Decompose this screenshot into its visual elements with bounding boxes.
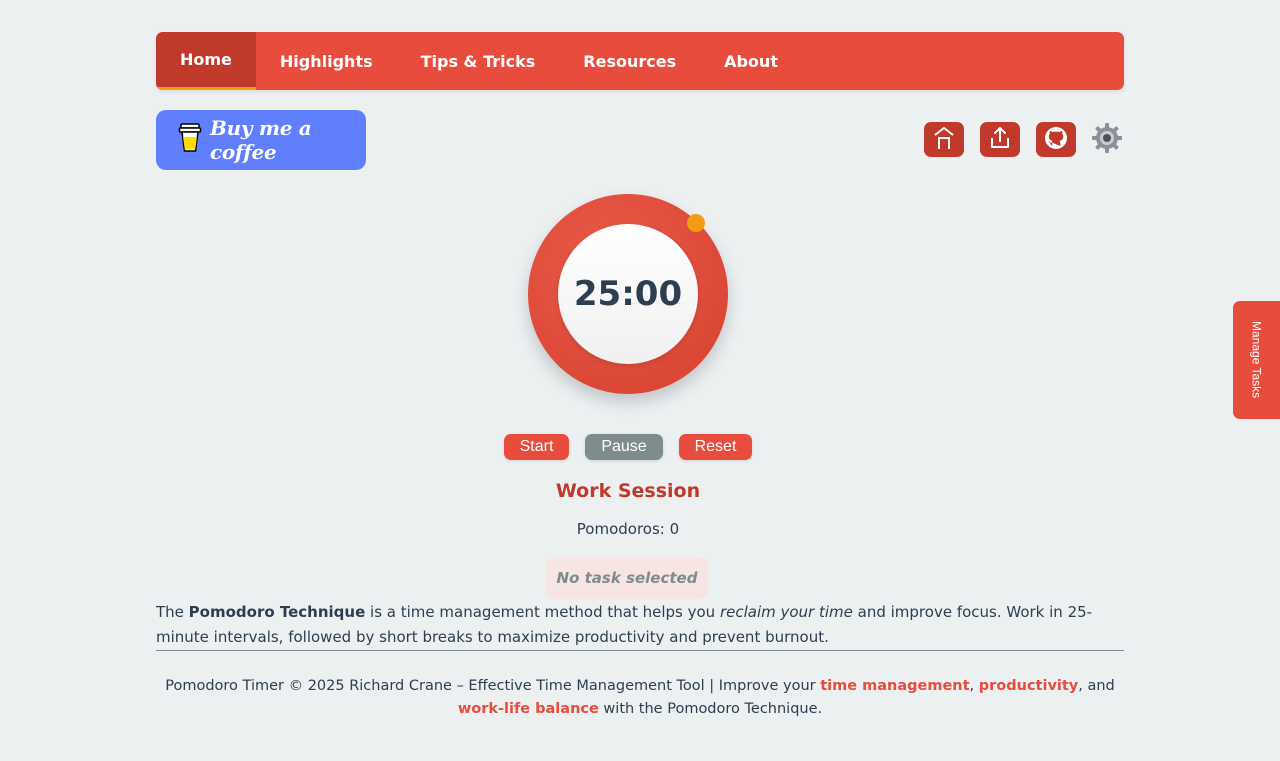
share-button[interactable] — [980, 122, 1020, 157]
desc-bold: Pomodoro Technique — [188, 603, 366, 621]
pomodoro-counter: Pomodoros: 0 — [0, 520, 1256, 538]
top-nav: Home Highlights Tips & Tricks Resources … — [156, 32, 1124, 90]
settings-button[interactable] — [1090, 122, 1124, 158]
desc-italic: reclaim your time — [719, 603, 853, 621]
footer-link-productivity[interactable]: productivity — [979, 678, 1079, 694]
nav-item-resources[interactable]: Resources — [559, 32, 700, 90]
start-button[interactable]: Start — [504, 434, 569, 460]
footer-text: with the Pomodoro Technique. — [598, 701, 823, 717]
manage-tasks-tab[interactable]: Manage Tasks — [1233, 301, 1280, 419]
footer-link-time-management[interactable]: time management — [820, 678, 969, 694]
github-button[interactable] — [1036, 122, 1076, 157]
desc-part: The — [156, 603, 189, 621]
footer-link-work-life-balance[interactable]: work-life balance — [458, 701, 599, 717]
desc-part: is a time management method that helps y… — [365, 603, 720, 621]
timer-dial: 25:00 — [528, 194, 728, 394]
current-task[interactable]: No task selected — [546, 557, 708, 599]
timer-face: 25:00 — [558, 224, 698, 364]
footer-text: , — [969, 678, 979, 694]
session-label: Work Session — [555, 480, 701, 502]
pause-button[interactable]: Pause — [585, 434, 663, 460]
coffee-cup-icon — [178, 123, 202, 157]
manage-tasks-label: Manage Tasks — [1249, 321, 1264, 399]
technique-description: The Pomodoro Technique is a time managem… — [156, 600, 1124, 650]
progress-indicator — [687, 214, 705, 232]
gear-icon — [1090, 121, 1124, 159]
nav-item-home[interactable]: Home — [156, 32, 256, 90]
pomodoro-counter-label: Pomodoros: — [576, 520, 665, 538]
divider — [156, 650, 1124, 651]
reset-button[interactable]: Reset — [679, 434, 752, 460]
pomodoro-counter-value: 0 — [669, 520, 680, 538]
nav-item-about[interactable]: About — [700, 32, 802, 90]
timer-display: 25:00 — [573, 274, 683, 314]
share-icon — [989, 126, 1011, 154]
footer: Pomodoro Timer © 2025 Richard Crane – Ef… — [156, 675, 1124, 721]
nav-item-tips[interactable]: Tips & Tricks — [397, 32, 560, 90]
footer-text: , and — [1078, 678, 1115, 694]
nav-item-highlights[interactable]: Highlights — [256, 32, 397, 90]
home-icon — [933, 125, 955, 155]
home-button[interactable] — [924, 122, 964, 157]
github-icon — [1044, 126, 1068, 154]
footer-text: Pomodoro Timer © 2025 Richard Crane – Ef… — [165, 678, 821, 694]
buy-me-a-coffee-button[interactable]: Buy me a coffee — [156, 110, 366, 170]
coffee-label: Buy me a coffee — [210, 116, 312, 164]
